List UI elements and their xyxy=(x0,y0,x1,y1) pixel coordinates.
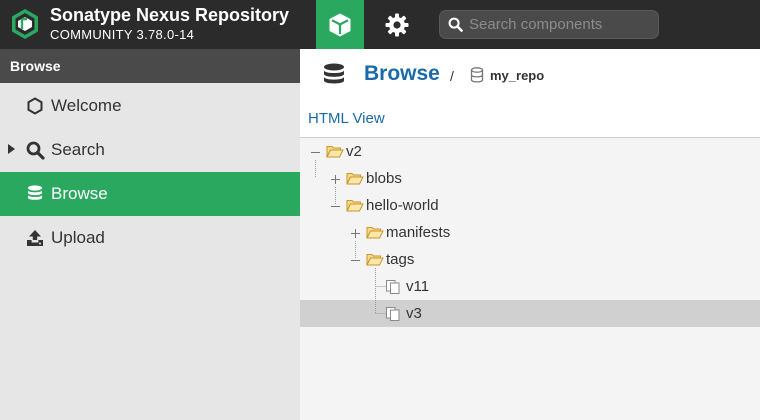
tree-node-label: v2 xyxy=(346,143,362,160)
tree-node-hello-world[interactable]: hello-world xyxy=(300,192,760,219)
cube-icon xyxy=(329,13,351,36)
sidebar-item-welcome[interactable]: Welcome xyxy=(0,84,300,128)
folder-icon xyxy=(366,227,384,239)
file-icon xyxy=(386,307,400,321)
tree-node-v3[interactable]: v3 xyxy=(300,300,760,327)
breadcrumb-separator: / xyxy=(450,68,454,84)
tree-node-manifests[interactable]: manifests xyxy=(300,219,760,246)
repository-icon xyxy=(470,67,484,83)
browse-mode-button[interactable] xyxy=(316,0,364,49)
nexus-logo-icon xyxy=(12,9,38,39)
tree-node-label: v11 xyxy=(406,278,430,295)
app-version: COMMUNITY 3.78.0-14 xyxy=(50,27,195,42)
main-panel: Browse / my_repo HTML View v3 v2 blobs h… xyxy=(300,49,760,420)
sidebar-item-upload[interactable]: Upload xyxy=(0,216,300,260)
sidebar-header: Browse xyxy=(0,49,300,83)
sidebar-item-label: Browse xyxy=(51,184,108,203)
upload-icon xyxy=(25,228,45,248)
sidebar-item-label: Search xyxy=(51,140,105,159)
folder-icon xyxy=(346,173,364,185)
html-view-link[interactable]: HTML View xyxy=(308,110,385,127)
tree-node-label: hello-world xyxy=(366,197,439,214)
file-icon xyxy=(386,280,400,294)
component-search[interactable] xyxy=(439,10,659,39)
sidebar-item-label: Welcome xyxy=(51,96,122,115)
database-icon xyxy=(324,63,344,84)
sidebar-item-label: Upload xyxy=(51,228,105,247)
sidebar: Browse Welcome Search Browse Upload xyxy=(0,49,300,420)
collapse-icon[interactable] xyxy=(330,201,341,212)
search-icon xyxy=(25,140,45,160)
breadcrumb-browse-link[interactable]: Browse xyxy=(364,62,440,86)
tree-node-label: tags xyxy=(386,251,415,268)
tree-node-blobs[interactable]: blobs xyxy=(300,165,760,192)
folder-open-icon xyxy=(366,254,384,266)
database-icon xyxy=(25,184,45,204)
collapse-icon[interactable] xyxy=(310,147,321,158)
search-input[interactable] xyxy=(469,16,658,33)
admin-mode-button[interactable] xyxy=(374,0,420,49)
search-icon xyxy=(448,17,463,32)
folder-open-icon xyxy=(326,146,344,158)
sidebar-item-browse[interactable]: Browse xyxy=(0,172,300,216)
breadcrumb-repo: my_repo xyxy=(490,68,545,83)
sidebar-item-search[interactable]: Search xyxy=(0,128,300,172)
app-title: Sonatype Nexus Repository xyxy=(50,5,290,25)
tree-node-label: manifests xyxy=(386,224,451,241)
top-header: Sonatype Nexus Repository COMMUNITY 3.78… xyxy=(0,0,760,49)
tree-node-label: blobs xyxy=(366,170,402,187)
repository-tree: v3 v2 blobs hello-world manifests tags v… xyxy=(300,137,760,420)
collapse-icon[interactable] xyxy=(350,255,361,266)
tree-node-v2[interactable]: v2 xyxy=(300,138,760,165)
folder-open-icon xyxy=(346,200,364,212)
tree-node-v11[interactable]: v11 xyxy=(300,273,760,300)
tree-node-label: v3 xyxy=(406,305,422,322)
expand-icon[interactable] xyxy=(350,228,361,239)
gear-icon xyxy=(385,13,409,36)
hexagon-icon xyxy=(25,96,45,116)
tree-node-tags[interactable]: tags xyxy=(300,246,760,273)
expand-arrow-icon[interactable] xyxy=(8,144,15,154)
expand-icon[interactable] xyxy=(330,174,341,185)
